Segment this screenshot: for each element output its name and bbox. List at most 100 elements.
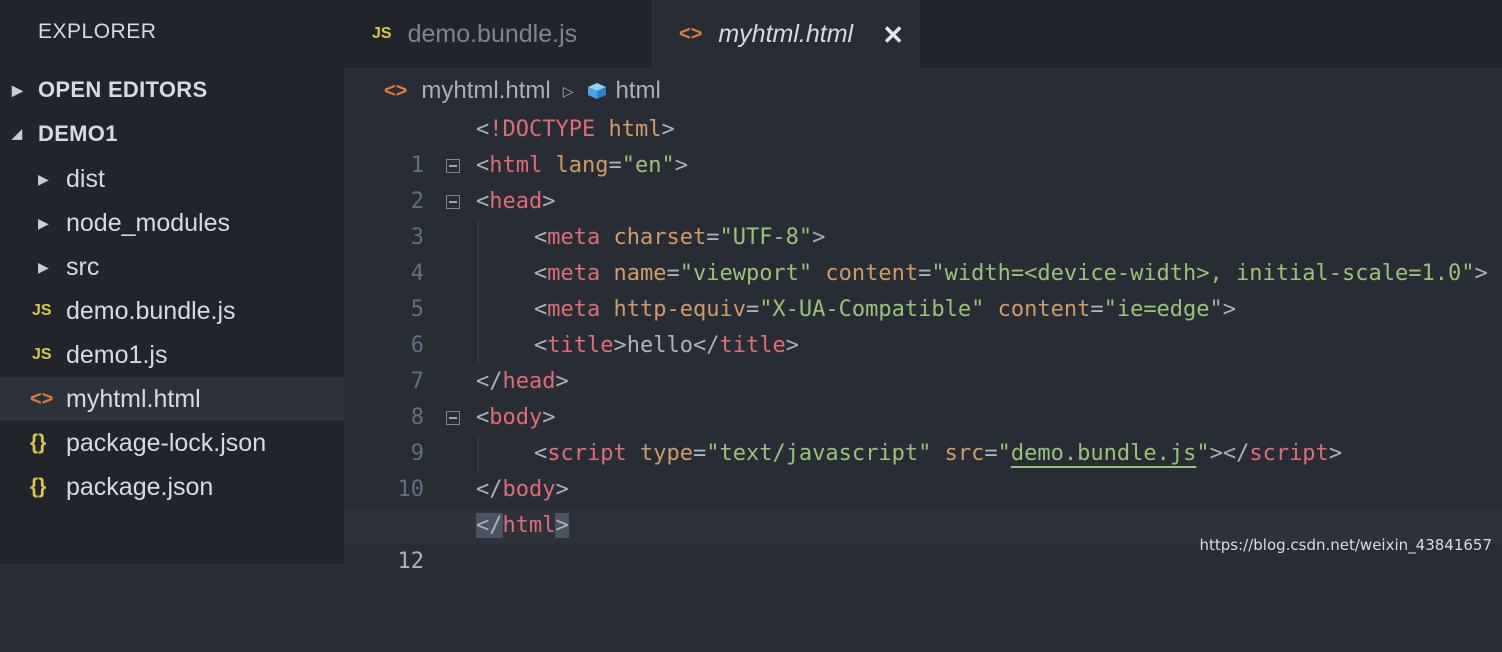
code-token: content [825,261,919,286]
code-line: 6 <meta http-equiv="X-UA-Compatible" con… [344,292,1502,358]
file-link[interactable]: demo.bundle.js [1011,441,1196,466]
code-token: hello [626,333,693,358]
code-token: meta [547,261,601,286]
code-token: "viewport" [679,261,813,286]
tree-item-package-lock-json[interactable]: {} package-lock.json [0,421,344,465]
tree-item-label: demo.bundle.js [66,296,236,325]
tree-item-dist[interactable]: ▶ dist [0,157,344,201]
code-editor[interactable]: 1 <!DOCTYPE html> 2 <html lang="en"> 3 <… [344,112,1502,574]
chevron-right-icon: ▶ [38,170,49,187]
html-file-icon: <> [384,79,408,102]
tab-myhtml-html[interactable]: <> myhtml.html ✕ [651,0,920,68]
code-token: head [502,369,556,394]
tree-item-myhtml-html[interactable]: <> myhtml.html [0,377,344,421]
explorer-title: EXPLORER [38,20,157,43]
code-line: 7 <title>hello</title> [344,328,1502,394]
tree-item-label: node_modules [66,208,231,237]
code-token: > [555,513,569,538]
chevron-right-icon: ▷ [562,82,574,99]
code-token: src [944,441,985,466]
code-token: > [1222,297,1237,322]
tab-bar: JS demo.bundle.js <> myhtml.html ✕ [344,0,1502,68]
code-token: = [666,261,680,286]
chevron-right-icon: ▶ [38,258,49,275]
code-line: 4 <meta charset="UTF-8"> [344,220,1502,286]
explorer-sidebar: EXPLORER ▶ OPEN EDITORS ◢ DEMO1 ▶ dist ▶… [0,0,344,564]
code-token: > [542,189,556,214]
fold-toggle-icon[interactable] [446,411,460,425]
code-line: 11 </body> [344,472,1502,538]
code-token: = [706,225,720,250]
tree-item-package-json[interactable]: {} package.json [0,465,344,509]
code-token: name [613,261,667,286]
close-icon[interactable]: ✕ [882,20,904,51]
chevron-down-icon: ◢ [12,126,23,141]
code-token: </ [476,513,503,538]
breadcrumb-symbol[interactable]: html [615,77,660,105]
line-number: 12 [397,549,425,574]
code-line: 5 <meta name="viewport" content="width=<… [344,256,1502,322]
json-file-icon: {} [30,475,47,498]
code-token: > [613,333,627,358]
tree-item-src[interactable]: ▶ src [0,245,344,289]
code-token: !DOCTYPE [489,117,596,142]
code-line: 1 <!DOCTYPE html> [344,112,1502,178]
code-token: html [608,117,662,142]
project-section[interactable]: ◢ DEMO1 [0,112,344,156]
tree-item-demo-bundle-js[interactable]: JS demo.bundle.js [0,289,344,333]
code-line: 8 </head> [344,364,1502,430]
open-editors-label: OPEN EDITORS [38,77,208,102]
html-file-icon: <> [30,387,54,410]
code-token: " [997,441,1011,466]
code-token: < [534,297,548,322]
code-token: > [542,405,556,430]
js-file-icon: JS [32,346,52,363]
tab-label: demo.bundle.js [407,19,578,48]
code-token: html [502,513,556,538]
code-token: < [476,117,490,142]
code-token: < [476,153,490,178]
tree-item-demo1-js[interactable]: JS demo1.js [0,333,344,377]
code-token: = [918,261,932,286]
chevron-right-icon: ▶ [12,81,24,98]
tree-item-label: src [66,252,100,281]
code-token: > [785,333,799,358]
code-token: = [984,441,998,466]
code-token: body [502,477,556,502]
fold-toggle-icon[interactable] [446,195,460,209]
breadcrumb: <> myhtml.html ▷ html [384,74,661,108]
code-token: > [555,369,569,394]
symbol-cube-icon [588,83,607,99]
code-line: 9 <body> [344,400,1502,466]
js-file-icon: JS [372,25,392,42]
code-token: = [1090,297,1104,322]
tree-item-label: package.json [66,472,214,501]
code-token: </ [692,333,720,358]
tab-demo-bundle-js[interactable]: JS demo.bundle.js [344,0,651,68]
code-token: "X-UA-Compatible" [759,297,985,322]
code-token: = [745,297,760,322]
code-token: > [555,477,569,502]
js-file-icon: JS [32,302,52,319]
fold-toggle-icon[interactable] [446,159,460,173]
code-token: > [661,117,675,142]
code-token: > [1328,441,1343,466]
tab-label: myhtml.html [718,19,854,48]
breadcrumb-file[interactable]: myhtml.html [421,77,550,105]
code-token: < [534,261,548,286]
code-token: meta [547,297,601,322]
open-editors-section[interactable]: ▶ OPEN EDITORS [0,68,344,112]
chevron-right-icon: ▶ [38,214,49,231]
code-token: = [608,153,622,178]
code-line: 3 <head> [344,184,1502,250]
tree-item-label: demo1.js [66,340,168,369]
tree-item-label: myhtml.html [66,384,201,413]
code-token: "text/javascript" [706,441,932,466]
tree-item-node-modules[interactable]: ▶ node_modules [0,201,344,245]
